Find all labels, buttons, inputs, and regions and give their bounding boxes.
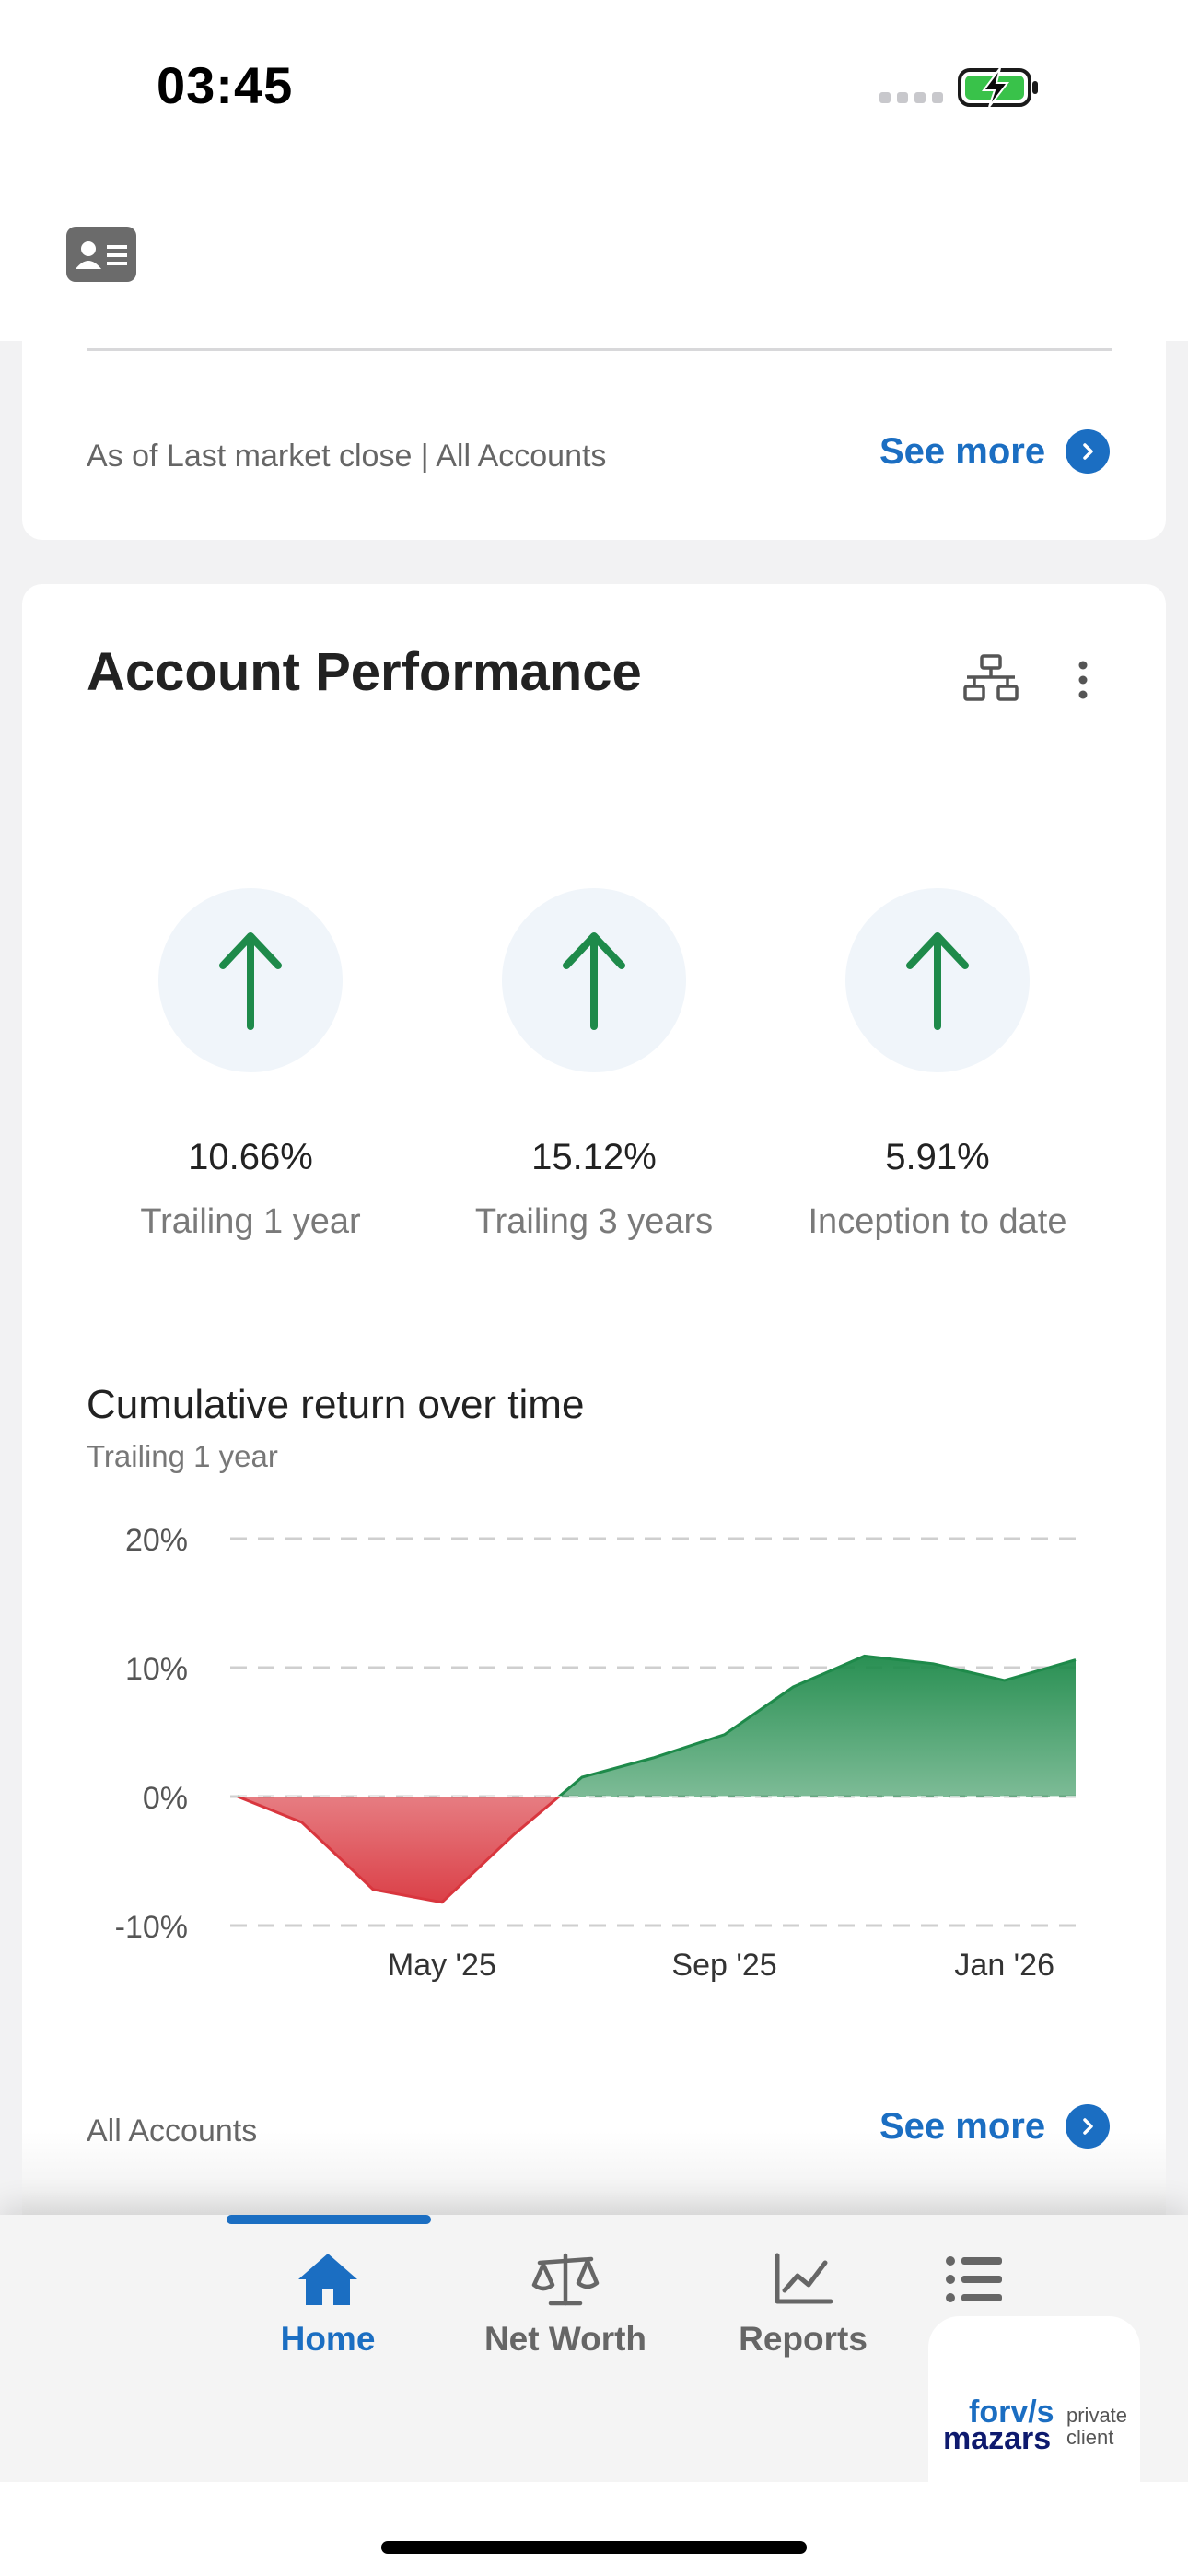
x-tick-label: Jan '26 — [954, 1948, 1054, 1983]
divider — [87, 348, 1112, 351]
footer-accounts: All Accounts — [87, 2113, 258, 2149]
status-time: 03:45 — [157, 56, 294, 114]
performance-see-more-button[interactable]: See more — [879, 2104, 1111, 2149]
account-performance-card: Account Performance 10.66% Trailing 1 ye… — [22, 584, 1166, 2242]
summary-card: As of Last market close | All Accounts S… — [22, 341, 1166, 540]
battery-charging-icon — [958, 67, 1038, 108]
tab-net-worth[interactable]: Net Worth — [455, 2250, 676, 2359]
home-indicator[interactable] — [381, 2541, 807, 2554]
y-tick-label: -10% — [115, 1910, 188, 1945]
scale-icon — [531, 2253, 600, 2306]
home-bar-area — [0, 2482, 1188, 2576]
active-tab-indicator — [227, 2215, 431, 2224]
y-tick-label: 20% — [125, 1523, 188, 1558]
brand-line2: mazars — [943, 2421, 1052, 2456]
chevron-right-icon — [1066, 2104, 1111, 2149]
summary-meta: As of Last market close | All Accounts — [87, 439, 607, 474]
contact-card-icon[interactable] — [66, 227, 136, 282]
line-chart-icon — [775, 2253, 833, 2304]
x-tick-label: Sep '25 — [671, 1948, 776, 1983]
brand-line3: private client — [1066, 2404, 1128, 2449]
tab-label: Reports — [739, 2320, 868, 2358]
cumulative-return-chart[interactable]: 20% 10% 0% -10% May '25 Sep '25 Jan '26 — [22, 584, 1166, 2058]
chevron-right-icon — [1066, 429, 1111, 474]
y-tick-label: 10% — [125, 1652, 188, 1687]
tab-more[interactable] — [864, 2250, 1085, 2320]
list-icon — [946, 2256, 1002, 2302]
status-bar: 03:45 — [0, 0, 1188, 341]
tab-label: Home — [280, 2320, 376, 2358]
summary-see-more-button[interactable]: See more — [879, 429, 1111, 474]
y-tick-label: 0% — [143, 1781, 188, 1816]
tab-label: Net Worth — [483, 2320, 647, 2358]
see-more-label: See more — [879, 2105, 1046, 2147]
home-icon — [298, 2254, 357, 2305]
x-tick-label: May '25 — [388, 1948, 496, 1983]
signal-icon — [879, 92, 943, 103]
see-more-label: See more — [879, 430, 1046, 472]
tab-home[interactable]: Home — [217, 2250, 438, 2359]
